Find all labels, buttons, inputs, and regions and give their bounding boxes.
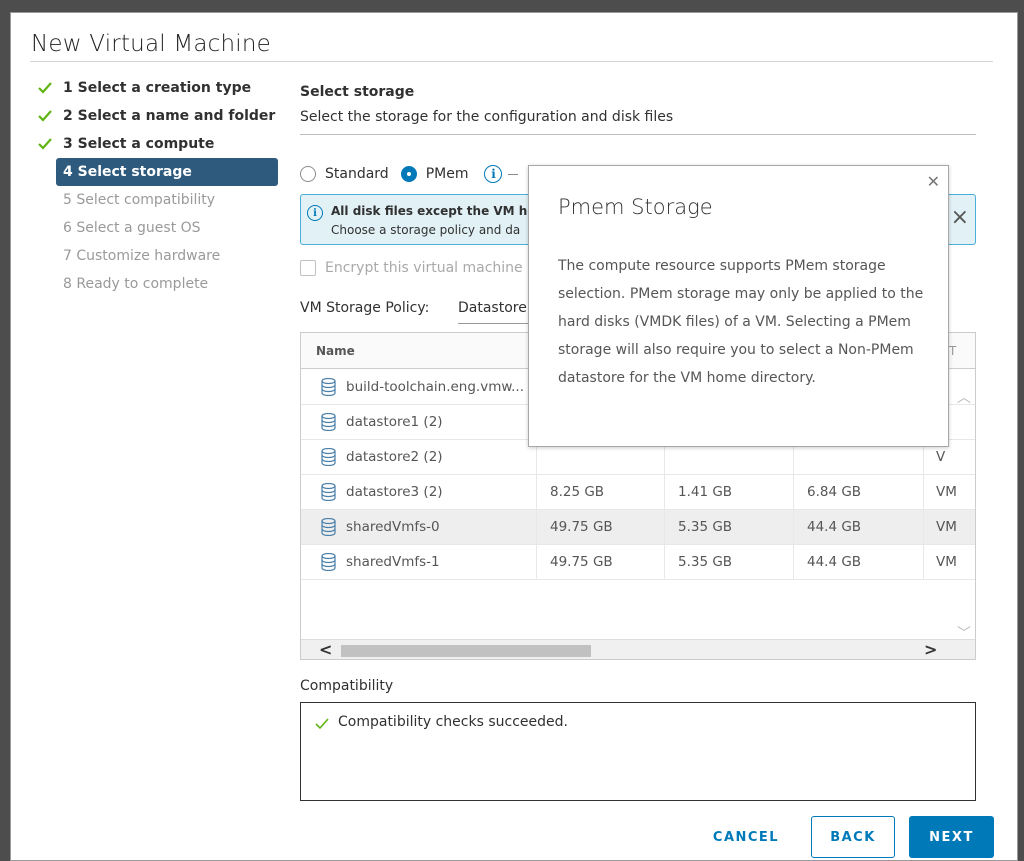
- step-2[interactable]: 2 Select a name and folder: [38, 102, 278, 130]
- column-divider: [923, 475, 924, 510]
- radio-standard-label[interactable]: Standard: [325, 166, 389, 182]
- datastore-icon: [321, 378, 336, 396]
- radio-pmem[interactable]: [400, 166, 417, 182]
- section-divider: [300, 134, 976, 135]
- popover-title: Pmem Storage: [558, 195, 713, 219]
- popover-body: The compute resource supports PMem stora…: [558, 258, 924, 386]
- alert-line-2: Choose a storage policy and da: [331, 223, 521, 237]
- scroll-left-icon[interactable]: <: [319, 640, 332, 659]
- check-icon: [38, 110, 52, 122]
- cell-type: VM: [936, 554, 957, 570]
- compatibility-box: Compatibility checks succeeded.: [300, 702, 976, 801]
- column-divider: [793, 475, 794, 510]
- column-divider: [923, 545, 924, 580]
- col-type-header[interactable]: T: [949, 344, 956, 358]
- column-divider: [664, 510, 665, 545]
- alert-line-1: All disk files except the VM hom: [331, 204, 531, 218]
- dialog-title: New Virtual Machine: [31, 31, 272, 57]
- check-icon: [38, 82, 52, 94]
- check-icon: [38, 138, 52, 150]
- datastore-icon: [321, 448, 336, 466]
- column-divider: [664, 475, 665, 510]
- table-row[interactable]: datastore3 (2) 8.25 GB 1.41 GB 6.84 GB VM: [301, 475, 975, 510]
- step-label: 2 Select a name and folder: [63, 108, 276, 124]
- column-divider: [664, 545, 665, 580]
- step-label: 7 Customize hardware: [63, 248, 221, 264]
- cell-provisioned: 5.35 GB: [678, 519, 733, 535]
- column-divider: [793, 545, 794, 580]
- compatibility-message: Compatibility checks succeeded.: [338, 714, 568, 730]
- step-label: 8 Ready to complete: [63, 276, 209, 292]
- pmem-popover: ✕ Pmem Storage The compute resource supp…: [528, 165, 949, 447]
- title-divider: [30, 61, 993, 62]
- cell-capacity: 8.25 GB: [550, 484, 605, 500]
- column-divider: [536, 545, 537, 580]
- column-divider: [793, 510, 794, 545]
- step-label: 4 Select storage: [63, 164, 192, 180]
- encrypt-option: Encrypt this virtual machine: [300, 260, 535, 276]
- section-subtitle: Select the storage for the configuration…: [300, 109, 674, 125]
- scroll-right-icon[interactable]: >: [924, 640, 937, 659]
- cell-free: 6.84 GB: [807, 484, 862, 500]
- horizontal-scrollbar[interactable]: < >: [301, 639, 975, 659]
- radio-pmem-label[interactable]: PMem: [426, 166, 469, 182]
- column-divider: [923, 510, 924, 545]
- back-button[interactable]: BACK: [811, 816, 895, 858]
- section-title: Select storage: [300, 84, 415, 100]
- cell-type: VM: [936, 484, 957, 500]
- datastore-name: datastore1 (2): [346, 414, 443, 430]
- scrollbar-thumb[interactable]: [341, 645, 591, 657]
- datastore-icon: [321, 483, 336, 501]
- datastore-name: datastore3 (2): [346, 484, 443, 500]
- storage-type-radios: Standard PMem i: [300, 164, 519, 184]
- info-icon[interactable]: i: [484, 165, 503, 183]
- step-3[interactable]: 3 Select a compute resource: [38, 130, 278, 180]
- step-8: 8 Ready to complete: [38, 270, 278, 298]
- radio-standard[interactable]: [300, 166, 316, 182]
- cell-capacity: 49.75 GB: [550, 554, 613, 570]
- compatibility-label: Compatibility: [300, 678, 394, 694]
- step-4-active[interactable]: 4 Select storage: [56, 158, 278, 186]
- next-button[interactable]: NEXT: [909, 816, 994, 858]
- col-name-header[interactable]: Name: [316, 344, 355, 358]
- cell-free: 44.4 GB: [807, 554, 862, 570]
- datastore-name: build-toolchain.eng.vmw...: [346, 379, 525, 395]
- scroll-up-icon[interactable]: ︿: [957, 387, 971, 407]
- datastore-name: sharedVmfs-0: [346, 519, 440, 535]
- cell-type: VM: [936, 519, 957, 535]
- check-icon: [315, 718, 329, 730]
- datastore-name: datastore2 (2): [346, 449, 443, 465]
- datastore-icon: [321, 553, 336, 571]
- column-divider: [536, 475, 537, 510]
- column-divider: [536, 510, 537, 545]
- close-icon[interactable]: ×: [951, 207, 969, 229]
- datastore-icon: [321, 518, 336, 536]
- cancel-button[interactable]: CANCEL: [701, 816, 791, 858]
- wizard-steps: 1 Select a creation type 2 Select a name…: [38, 74, 278, 298]
- datastore-name: sharedVmfs-1: [346, 554, 440, 570]
- table-row[interactable]: sharedVmfs-1 49.75 GB 5.35 GB 44.4 GB VM: [301, 545, 975, 580]
- datastore-icon: [321, 413, 336, 431]
- close-icon[interactable]: ✕: [927, 172, 940, 191]
- cell-free: 44.4 GB: [807, 519, 862, 535]
- step-label: 5 Select compatibility: [63, 192, 216, 208]
- step-5: 5 Select compatibility: [38, 186, 278, 214]
- policy-label: VM Storage Policy:: [300, 300, 430, 316]
- cell-provisioned: 1.41 GB: [678, 484, 733, 500]
- popover-pointer-line: [508, 173, 519, 175]
- cell-type: V: [936, 449, 946, 465]
- cell-capacity: 49.75 GB: [550, 519, 613, 535]
- info-icon: i: [307, 205, 323, 221]
- step-label: 6 Select a guest OS: [63, 220, 201, 236]
- table-row[interactable]: sharedVmfs-0 49.75 GB 5.35 GB 44.4 GB VM: [301, 510, 975, 545]
- step-1[interactable]: 1 Select a creation type: [38, 74, 278, 102]
- step-6: 6 Select a guest OS: [38, 214, 278, 242]
- step-label: 1 Select a creation type: [63, 80, 252, 96]
- step-7: 7 Customize hardware: [38, 242, 278, 270]
- cell-provisioned: 5.35 GB: [678, 554, 733, 570]
- encrypt-checkbox: [300, 260, 316, 276]
- encrypt-label: Encrypt this virtual machine: [325, 260, 523, 276]
